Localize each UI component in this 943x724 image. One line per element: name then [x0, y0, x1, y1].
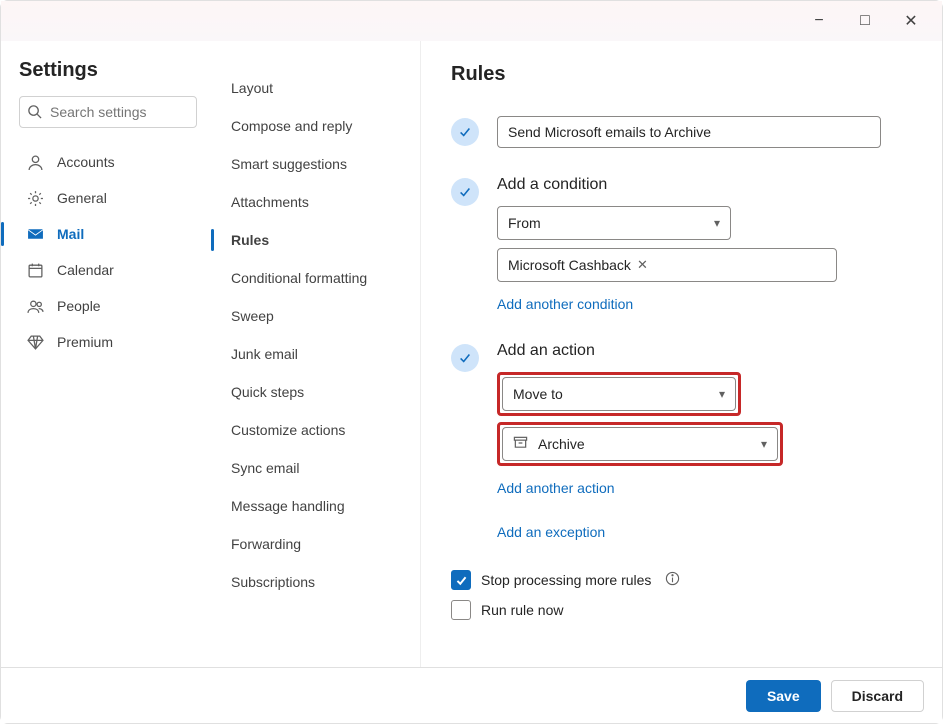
nav-calendar[interactable]: Calendar: [19, 252, 197, 288]
nav-people[interactable]: People: [19, 288, 197, 324]
subnav-layout[interactable]: Layout: [227, 69, 404, 107]
diamond-icon: [27, 334, 45, 351]
condition-value-input[interactable]: Microsoft Cashback ✕: [497, 248, 837, 282]
chevron-down-icon: ▾: [719, 387, 725, 401]
save-button[interactable]: Save: [746, 680, 821, 712]
calendar-icon: [27, 262, 45, 279]
mail-icon: [27, 226, 45, 243]
nav-premium[interactable]: Premium: [19, 324, 197, 360]
chip-remove-icon[interactable]: ✕: [637, 257, 648, 273]
mail-subnav: Layout Compose and reply Smart suggestio…: [211, 41, 421, 667]
stop-processing-row: Stop processing more rules: [451, 570, 912, 590]
nav-mail[interactable]: Mail: [19, 216, 197, 252]
subnav-smart-suggestions[interactable]: Smart suggestions: [227, 145, 404, 183]
stop-processing-label: Stop processing more rules: [481, 572, 651, 588]
subnav-junk-email[interactable]: Junk email: [227, 335, 404, 373]
add-condition-link[interactable]: Add another condition: [497, 296, 633, 312]
settings-sidebar: Settings Accounts General Mail Calendar …: [1, 41, 211, 667]
chevron-down-icon: ▾: [714, 216, 720, 230]
check-icon: [451, 344, 479, 372]
subnav-sync-email[interactable]: Sync email: [227, 449, 404, 487]
action-select-highlight: Move to ▾: [497, 372, 741, 416]
footer: Save Discard: [1, 667, 942, 723]
subnav-attachments[interactable]: Attachments: [227, 183, 404, 221]
condition-field-select[interactable]: From ▾: [497, 206, 731, 240]
rule-name-input[interactable]: [497, 116, 881, 148]
subnav-customize-actions[interactable]: Customize actions: [227, 411, 404, 449]
action-type-select[interactable]: Move to ▾: [502, 377, 736, 411]
rules-heading: Rules: [451, 63, 912, 86]
chevron-down-icon: ▾: [761, 437, 767, 451]
discard-button[interactable]: Discard: [831, 680, 924, 712]
run-now-label: Run rule now: [481, 602, 564, 618]
subnav-quick-steps[interactable]: Quick steps: [227, 373, 404, 411]
run-now-checkbox[interactable]: [451, 600, 471, 620]
action-title: Add an action: [497, 342, 912, 360]
check-icon: [451, 118, 479, 146]
run-now-row: Run rule now: [451, 600, 912, 620]
search-input[interactable]: [19, 96, 197, 128]
nav-general[interactable]: General: [19, 180, 197, 216]
close-button[interactable]: ✕: [888, 5, 934, 37]
search-icon: [27, 104, 42, 124]
stop-processing-checkbox[interactable]: [451, 570, 471, 590]
info-icon[interactable]: [665, 571, 680, 589]
subnav-compose[interactable]: Compose and reply: [227, 107, 404, 145]
rules-scroll[interactable]: Rules Add a condition From ▾: [421, 41, 942, 667]
gear-icon: [27, 190, 45, 207]
subnav-rules[interactable]: Rules: [227, 221, 404, 259]
action-folder-highlight: Archive ▾: [497, 422, 783, 466]
archive-icon: [513, 435, 528, 453]
condition-title: Add a condition: [497, 176, 912, 194]
subnav-subscriptions[interactable]: Subscriptions: [227, 563, 404, 601]
window-titlebar: − □ ✕: [1, 1, 942, 41]
user-icon: [27, 154, 45, 171]
subnav-conditional-formatting[interactable]: Conditional formatting: [227, 259, 404, 297]
people-icon: [27, 298, 45, 315]
add-action-link[interactable]: Add another action: [497, 480, 615, 496]
maximize-button[interactable]: □: [842, 5, 888, 37]
subnav-message-handling[interactable]: Message handling: [227, 487, 404, 525]
subnav-forwarding[interactable]: Forwarding: [227, 525, 404, 563]
nav-accounts[interactable]: Accounts: [19, 144, 197, 180]
settings-title: Settings: [19, 59, 197, 82]
subnav-sweep[interactable]: Sweep: [227, 297, 404, 335]
action-folder-select[interactable]: Archive ▾: [502, 427, 778, 461]
settings-nav: Accounts General Mail Calendar People Pr…: [19, 144, 197, 360]
check-icon: [451, 178, 479, 206]
minimize-button[interactable]: −: [796, 5, 842, 37]
condition-chip: Microsoft Cashback ✕: [504, 255, 652, 275]
rules-panel: Rules Add a condition From ▾: [421, 41, 942, 667]
add-exception-link[interactable]: Add an exception: [497, 524, 605, 540]
